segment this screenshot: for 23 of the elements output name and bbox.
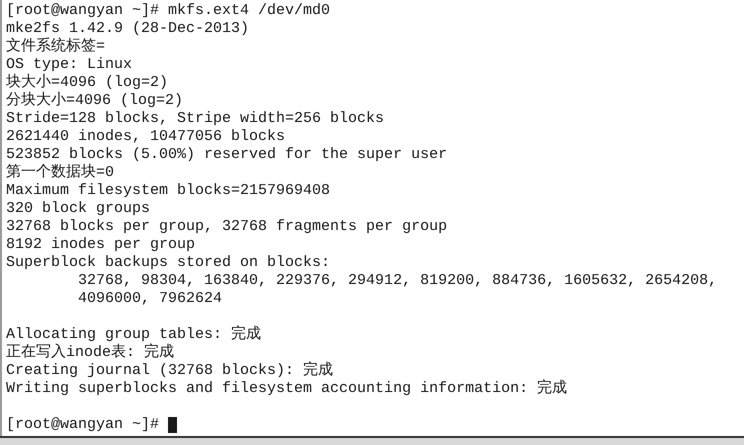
output-line: 文件系统标签= bbox=[6, 38, 106, 56]
output-line: Writing superblocks and filesystem accounting information: 完成 bbox=[6, 380, 568, 398]
output-line: 4096000, 7962624 bbox=[77, 290, 222, 308]
output-line: Creating journal (32768 blocks): 完成 bbox=[6, 362, 334, 380]
shell-prompt: [root@wangyan ~]# bbox=[6, 416, 160, 434]
output-line: 正在写入inode表: 完成 bbox=[6, 344, 174, 362]
output-line: OS type: Linux bbox=[6, 56, 132, 74]
output-line: 523852 blocks (5.00%) reserved for the super user bbox=[6, 146, 448, 164]
output-line: 32768 blocks per group, 32768 fragments per group bbox=[6, 218, 448, 236]
output-line: 分块大小=4096 (log=2) bbox=[6, 92, 184, 110]
output-line: Superblock backups stored on blocks: bbox=[6, 254, 330, 272]
output-line: 8192 inodes per group bbox=[6, 236, 196, 254]
output-line: 块大小=4096 (log=2) bbox=[6, 74, 168, 92]
command-text: mkfs.ext4 /dev/md0 bbox=[168, 2, 330, 20]
output-line: 32768, 98304, 163840, 229376, 294912, 819200, 884736, 1605632, 2654208, bbox=[77, 272, 718, 290]
output-line: Allocating group tables: 完成 bbox=[6, 326, 262, 343]
output-line: 320 block groups bbox=[6, 200, 150, 218]
output-line: Maximum filesystem blocks=2157969408 bbox=[6, 182, 330, 200]
shell-prompt: [root@wangyan ~]# bbox=[6, 2, 160, 20]
output-line: mke2fs 1.42.9 (28-Dec-2013) bbox=[6, 20, 250, 38]
output-line: 2621440 inodes, 10477056 blocks bbox=[6, 128, 286, 146]
output-line: Stride=128 blocks, Stripe width=256 blocks bbox=[6, 110, 384, 128]
output-line: 第一个数据块=0 bbox=[6, 164, 114, 182]
